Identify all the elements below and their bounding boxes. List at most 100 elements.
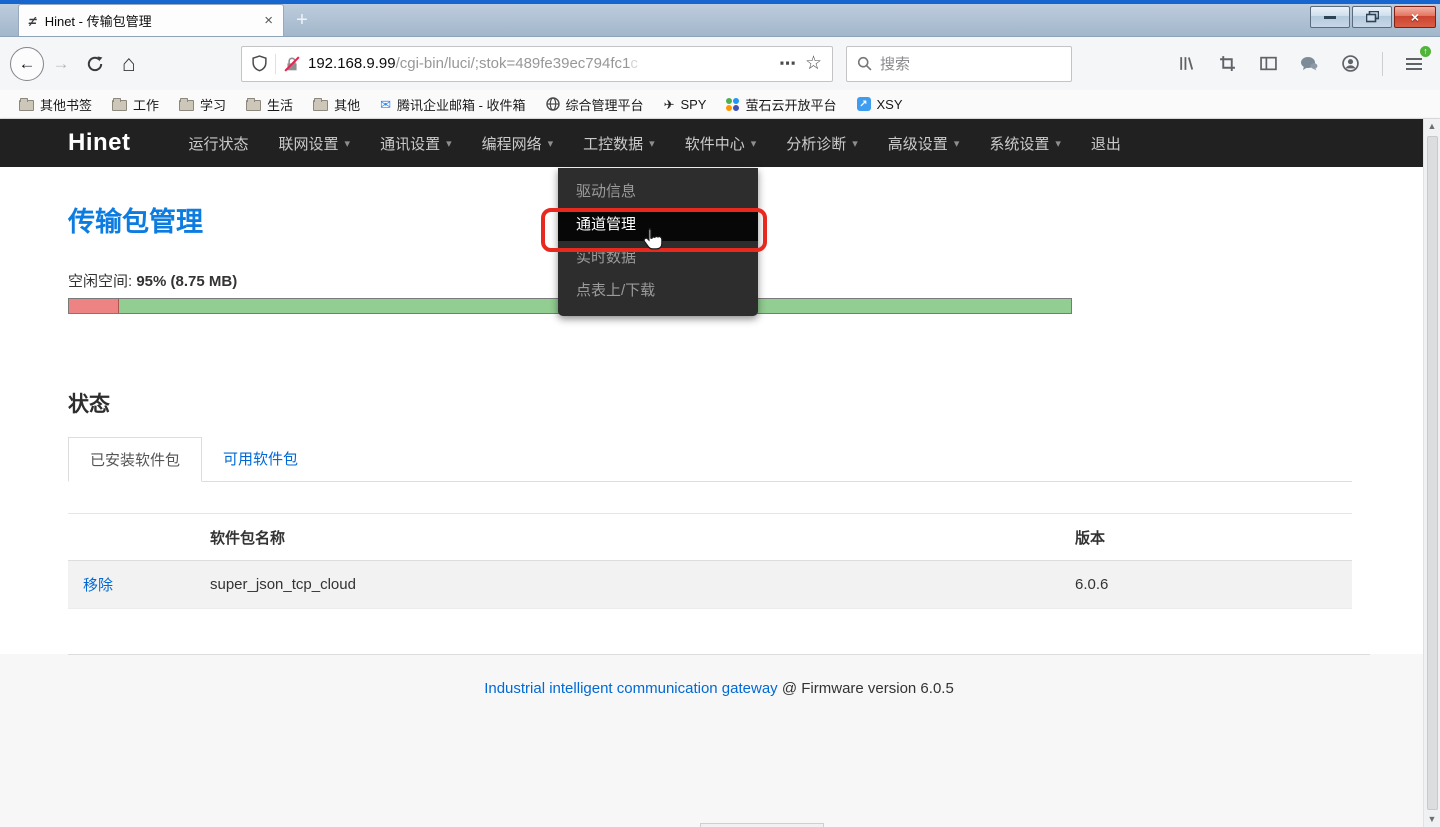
bookmark-label: 腾讯企业邮箱 - 收件箱 <box>397 95 526 114</box>
toolbar-right-icons: ↑ <box>1169 47 1430 81</box>
shield-icon[interactable] <box>252 55 267 72</box>
bookmark-folder-life[interactable]: 生活 <box>239 93 300 116</box>
nav-item-network-settings[interactable]: 联网设置▾ <box>279 133 351 154</box>
status-tooltip-peek <box>700 823 824 827</box>
app-menu-button[interactable]: ↑ <box>1398 48 1430 80</box>
library-icon <box>1178 55 1195 72</box>
restore-icon <box>1366 11 1379 23</box>
progress-used-segment <box>69 299 119 313</box>
nav-item-system-settings[interactable]: 系统设置▾ <box>989 133 1061 154</box>
site-nav-items: 运行状态 联网设置▾ 通讯设置 ▾ 编程网络▾ 工控数据▾ 软件中心▾ 分析诊断▾… <box>189 133 1121 154</box>
page-scrollbar[interactable]: ▲ ▼ <box>1423 119 1440 827</box>
bookmark-tencent-mail[interactable]: ✉ 腾讯企业邮箱 - 收件箱 <box>373 93 532 116</box>
chevron-down-icon: ▾ <box>751 137 757 150</box>
url-bar[interactable]: 192.168.9.99/cgi-bin/luci/;stok=489fe39e… <box>241 46 833 82</box>
free-space-label: 空闲空间: <box>68 273 132 290</box>
screenshot-button[interactable] <box>1210 47 1244 81</box>
back-button[interactable]: ← <box>10 47 44 81</box>
free-space-value: 95% (8.75 MB) <box>136 273 237 290</box>
package-name-cell: super_json_tcp_cloud <box>210 576 1075 593</box>
bookmark-folder-other-bookmarks[interactable]: 其他书签 <box>12 93 99 116</box>
menu-item-channel-management[interactable]: 通道管理 <box>558 208 758 241</box>
nav-item-logout[interactable]: 退出 <box>1091 133 1121 154</box>
search-bar[interactable]: 搜索 <box>846 46 1072 82</box>
url-text[interactable]: 192.168.9.99/cgi-bin/luci/;stok=489fe39e… <box>308 55 771 72</box>
tab-installed-packages[interactable]: 已安装软件包 <box>68 437 202 482</box>
menu-item-point-table-updown[interactable]: 点表上/下载 <box>558 274 758 307</box>
bookmark-management-platform[interactable]: 综合管理平台 <box>539 93 651 116</box>
folder-icon <box>179 100 194 111</box>
nav-label: 通讯设置 <box>380 133 440 154</box>
nav-item-industrial-data[interactable]: 工控数据▾ <box>583 133 655 154</box>
back-icon: ← <box>19 54 36 74</box>
bookmark-xsy[interactable]: ↗XSY <box>850 95 910 114</box>
home-icon: ⌂ <box>122 50 136 77</box>
nav-label: 高级设置 <box>888 133 948 154</box>
bookmark-folder-work[interactable]: 工作 <box>105 93 166 116</box>
browser-tab-active[interactable]: ≠ Hinet - 传输包管理 × <box>18 4 284 36</box>
table-header-row: 软件包名称 版本 <box>68 514 1352 561</box>
nav-item-programming-network[interactable]: 编程网络▾ <box>482 133 554 154</box>
search-placeholder[interactable]: 搜索 <box>880 53 910 74</box>
site-navbar: Hinet 运行状态 联网设置▾ 通讯设置 ▾ 编程网络▾ 工控数据▾ 软件中心▾… <box>0 119 1440 167</box>
account-button[interactable] <box>1333 47 1367 81</box>
industrial-data-dropdown: 驱动信息 通道管理 实时数据 点表上/下载 <box>558 168 758 316</box>
footer-gateway-link[interactable]: Industrial intelligent communication gat… <box>484 680 778 697</box>
page-actions-icon[interactable]: ⋯ <box>779 54 797 74</box>
folder-icon <box>246 100 261 111</box>
menu-item-driver-info[interactable]: 驱动信息 <box>558 175 758 208</box>
nav-item-advanced-settings[interactable]: 高级设置▾ <box>888 133 960 154</box>
remove-package-link[interactable]: 移除 <box>83 577 113 594</box>
chevron-down-icon: ▾ <box>446 137 452 150</box>
close-button[interactable]: × <box>1394 6 1436 28</box>
nav-item-run-status[interactable]: 运行状态 <box>189 133 249 154</box>
bookmark-folder-study[interactable]: 学习 <box>172 93 233 116</box>
packages-table: 软件包名称 版本 移除 super_json_tcp_cloud 6.0.6 <box>68 513 1352 609</box>
nav-item-comm-settings[interactable]: 通讯设置 ▾ <box>380 133 452 154</box>
url-host: 192.168.9.99 <box>308 55 396 72</box>
tab-title: Hinet - 传输包管理 <box>45 11 257 30</box>
restore-button[interactable] <box>1352 6 1392 28</box>
forward-button[interactable]: → <box>44 47 78 81</box>
page-viewport: Hinet 运行状态 联网设置▾ 通讯设置 ▾ 编程网络▾ 工控数据▾ 软件中心▾… <box>0 119 1440 827</box>
menu-item-realtime-data[interactable]: 实时数据 <box>558 241 758 274</box>
bookmark-label: 学习 <box>200 95 226 114</box>
bookmark-star-icon[interactable]: ☆ <box>805 52 822 75</box>
nav-item-analysis-diagnosis[interactable]: 分析诊断▾ <box>786 133 858 154</box>
site-favicon-icon: ≠ <box>27 13 38 29</box>
chat-extension-button[interactable] <box>1292 47 1326 81</box>
sidebar-toggle-button[interactable] <box>1251 47 1285 81</box>
menu-line <box>1406 58 1422 60</box>
tab-close-icon[interactable]: × <box>264 12 273 29</box>
footer-zone: Industrial intelligent communication gat… <box>0 654 1440 827</box>
scrollbar-thumb[interactable] <box>1427 136 1438 810</box>
tab-available-packages[interactable]: 可用软件包 <box>202 437 319 481</box>
chat-bubble-icon <box>1300 56 1318 72</box>
page-footer: Industrial intelligent communication gat… <box>68 654 1370 697</box>
screenshot-crop-icon <box>1219 55 1236 72</box>
url-path: /cgi-bin/luci/;stok=489fe39ec794fc1 <box>396 55 631 72</box>
bookmark-ezviz[interactable]: 萤石云开放平台 <box>719 93 843 116</box>
scroll-down-icon[interactable]: ▼ <box>1428 812 1437 827</box>
library-button[interactable] <box>1169 47 1203 81</box>
minimize-button[interactable] <box>1310 6 1350 28</box>
folder-icon <box>19 100 34 111</box>
url-path-fade: c <box>630 55 638 72</box>
reload-button[interactable] <box>78 47 112 81</box>
menu-line <box>1406 68 1422 70</box>
close-icon: × <box>1411 9 1419 25</box>
tencent-mail-icon: ✉ <box>380 98 391 111</box>
account-icon <box>1342 55 1359 72</box>
home-button[interactable]: ⌂ <box>112 47 146 81</box>
bookmark-label: SPY <box>680 97 706 112</box>
bookmark-spy[interactable]: ✈SPY <box>657 95 714 114</box>
scroll-up-icon[interactable]: ▲ <box>1428 119 1437 134</box>
toolbar-divider <box>1382 52 1383 76</box>
nav-item-software-center[interactable]: 软件中心▾ <box>685 133 757 154</box>
insecure-lock-icon[interactable] <box>284 56 300 72</box>
bookmark-folder-misc[interactable]: 其他 <box>306 93 367 116</box>
window-controls: × <box>1308 6 1436 28</box>
new-tab-button[interactable]: + <box>284 4 320 36</box>
site-logo[interactable]: Hinet <box>68 129 131 157</box>
sidebar-icon <box>1260 55 1277 72</box>
